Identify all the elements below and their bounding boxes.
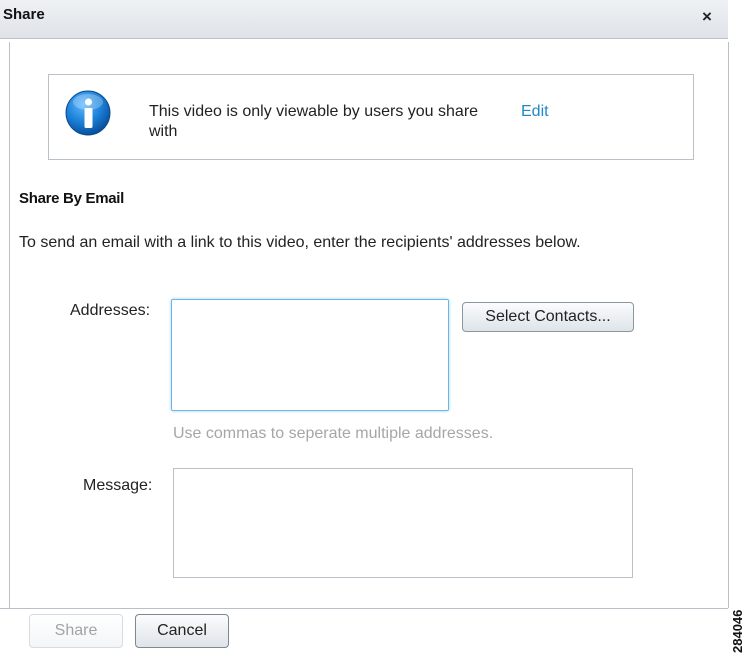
addresses-hint: Use commas to seperate multiple addresse… bbox=[173, 425, 494, 442]
share-by-email-heading: Share By Email bbox=[19, 190, 125, 207]
message-field[interactable] bbox=[173, 468, 633, 578]
addresses-field[interactable] bbox=[171, 299, 449, 411]
dialog-titlebar: Share × bbox=[0, 0, 728, 39]
close-icon[interactable]: × bbox=[697, 6, 717, 28]
message-label: Message: bbox=[83, 477, 153, 494]
select-contacts-button[interactable]: Select Contacts... bbox=[462, 302, 634, 332]
addresses-label: Addresses: bbox=[70, 302, 151, 319]
email-instructions: To send an email with a link to this vid… bbox=[19, 234, 581, 251]
share-dialog: Share × This video is only viewable by u… bbox=[0, 0, 729, 655]
figure-id: 284046 bbox=[730, 609, 745, 653]
share-button[interactable]: Share bbox=[29, 614, 123, 648]
edit-link[interactable]: Edit bbox=[521, 103, 549, 121]
dialog-title: Share bbox=[3, 6, 45, 23]
info-icon bbox=[65, 90, 111, 136]
cancel-button[interactable]: Cancel bbox=[135, 614, 229, 648]
notice-text: This video is only viewable by users you… bbox=[149, 103, 479, 140]
